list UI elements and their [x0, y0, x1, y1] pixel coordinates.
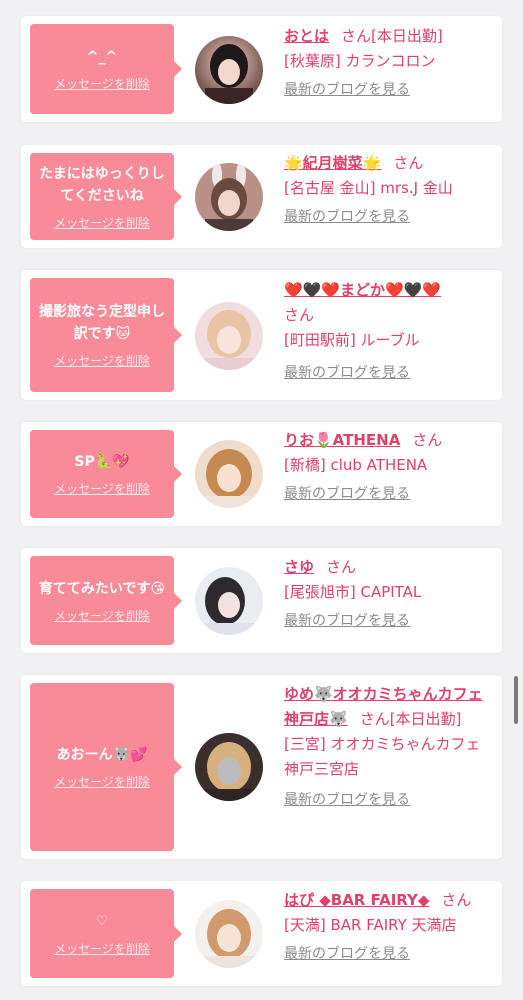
delete-message-button[interactable]: メッセージを削除: [54, 353, 150, 369]
delete-message-button[interactable]: メッセージを削除: [54, 215, 150, 231]
cast-info: はぴ ◆BAR FAIRY◆ さん [天満] BAR FAIRY 天満店 最新のブ…: [284, 888, 494, 964]
message-card: SP🐍💖 メッセージを削除 りお🌷ATHENA さん [新橋] club ATHE…: [21, 422, 502, 526]
message-text: ^_^: [86, 49, 118, 65]
delete-message-button[interactable]: メッセージを削除: [54, 481, 150, 497]
honorific: さん: [341, 27, 372, 45]
shop-text: [名古屋 金山] mrs.J 金山: [284, 179, 453, 197]
message-bubble: たまにはゆっくりしてくださいね メッセージを削除: [30, 153, 182, 240]
message-bubble: あおーん🐺💕 メッセージを削除: [30, 683, 182, 851]
cast-name-link[interactable]: さゆ: [284, 558, 314, 576]
honorific: さん: [441, 891, 472, 909]
name-line: ❤️🖤❤️まどか❤️🖤❤️ さん: [284, 278, 494, 328]
cast-info: 🌟紀月樹菜🌟 さん [名古屋 金山] mrs.J 金山 最新のブログを見る: [284, 151, 494, 227]
message-bubble: SP🐍💖 メッセージを削除: [30, 430, 182, 518]
cast-info: ゆめ🐺オオカミちゃんカフェ神戸店🐺 さん[本日出勤] [三宮] オオカミちゃんカフ…: [284, 682, 494, 810]
status-text: [本日出勤]: [371, 27, 443, 45]
message-list: ^_^ メッセージを削除 おとは さん[本日出勤] [秋葉原] カランコロン 最新…: [0, 0, 523, 1000]
message-card: たまにはゆっくりしてくださいね メッセージを削除 🌟紀月樹菜🌟 さん [名古屋 金…: [21, 145, 502, 248]
message-text: 育ててみたいです😘: [38, 580, 166, 597]
name-line: りお🌷ATHENA さん: [284, 428, 494, 453]
honorific: さん: [359, 710, 390, 728]
shop-text: [天満] BAR FAIRY 天満店: [284, 916, 457, 934]
latest-blog-link[interactable]: 最新のブログを見る: [284, 363, 494, 383]
avatar[interactable]: [195, 36, 263, 104]
shop-text: [三宮] オオカミちゃんカフェ神戸三宮店: [284, 735, 481, 778]
latest-blog-link[interactable]: 最新のブログを見る: [284, 790, 494, 810]
avatar[interactable]: [195, 163, 263, 231]
message-bubble: ^_^ メッセージを削除: [30, 24, 182, 114]
vertical-scrollbar[interactable]: [514, 676, 518, 724]
shop-text: [秋葉原] カランコロン: [284, 52, 436, 70]
delete-message-button[interactable]: メッセージを削除: [54, 76, 150, 92]
cast-name-link[interactable]: はぴ ◆BAR FAIRY◆: [284, 891, 429, 909]
latest-blog-link[interactable]: 最新のブログを見る: [284, 484, 494, 504]
shop-text: [町田駅前] ルーブル: [284, 331, 420, 349]
cast-info: さゆ さん [尾張旭市] CAPITAL 最新のブログを見る: [284, 555, 494, 631]
shop-text: [尾張旭市] CAPITAL: [284, 583, 422, 601]
delete-message-button[interactable]: メッセージを削除: [54, 941, 150, 957]
message-card: 育ててみたいです😘 メッセージを削除 さゆ さん [尾張旭市] CAPITAL 最…: [21, 548, 502, 653]
honorific: さん: [326, 558, 357, 576]
delete-message-button[interactable]: メッセージを削除: [54, 608, 150, 624]
cast-info: おとは さん[本日出勤] [秋葉原] カランコロン 最新のブログを見る: [284, 24, 494, 100]
message-text: SP🐍💖: [74, 454, 130, 470]
latest-blog-link[interactable]: 最新のブログを見る: [284, 207, 494, 227]
message-text: たまにはゆっくりしてくださいね: [39, 165, 165, 204]
honorific: さん: [284, 306, 315, 324]
honorific: さん: [412, 431, 443, 449]
avatar[interactable]: [195, 440, 263, 508]
avatar[interactable]: [195, 733, 263, 801]
status-text: [本日出勤]: [389, 710, 462, 728]
message-card: ^_^ メッセージを削除 おとは さん[本日出勤] [秋葉原] カランコロン 最新…: [21, 16, 502, 122]
name-line: ゆめ🐺オオカミちゃんカフェ神戸店🐺 さん[本日出勤]: [284, 682, 494, 732]
message-bubble: 育ててみたいです😘 メッセージを削除: [30, 556, 182, 645]
message-card: あおーん🐺💕 メッセージを削除 ゆめ🐺オオカミちゃんカフェ神戸店🐺 さん[本日出勤…: [21, 675, 502, 859]
message-card: ♡ メッセージを削除 はぴ ◆BAR FAIRY◆ さん [天満] BAR FAI…: [21, 881, 502, 986]
message-text: 撮影旅なう定型申し訳です🐱: [39, 304, 165, 342]
cast-info: ❤️🖤❤️まどか❤️🖤❤️ さん [町田駅前] ルーブル 最新のブログを見る: [284, 278, 494, 383]
avatar[interactable]: [195, 302, 263, 370]
honorific: さん: [393, 154, 424, 172]
name-line: 🌟紀月樹菜🌟 さん: [284, 151, 494, 176]
cast-name-link[interactable]: ❤️🖤❤️まどか❤️🖤❤️: [284, 281, 441, 299]
message-bubble: ♡ メッセージを削除: [30, 889, 182, 978]
latest-blog-link[interactable]: 最新のブログを見る: [284, 611, 494, 631]
message-bubble: 撮影旅なう定型申し訳です🐱 メッセージを削除: [30, 278, 182, 392]
name-line: さゆ さん: [284, 555, 494, 580]
message-text: あおーん🐺💕: [56, 747, 148, 763]
avatar[interactable]: [195, 567, 263, 635]
cast-info: りお🌷ATHENA さん [新橋] club ATHENA 最新のブログを見る: [284, 428, 494, 504]
latest-blog-link[interactable]: 最新のブログを見る: [284, 944, 494, 964]
name-line: はぴ ◆BAR FAIRY◆ さん: [284, 888, 494, 913]
message-card: 撮影旅なう定型申し訳です🐱 メッセージを削除 ❤️🖤❤️まどか❤️🖤❤️ さん […: [21, 270, 502, 400]
message-text: ♡: [96, 913, 108, 929]
cast-name-link[interactable]: おとは: [284, 27, 329, 45]
shop-text: [新橋] club ATHENA: [284, 456, 428, 474]
cast-name-link[interactable]: 🌟紀月樹菜🌟: [284, 154, 381, 172]
cast-name-link[interactable]: りお🌷ATHENA: [284, 431, 400, 449]
delete-message-button[interactable]: メッセージを削除: [54, 774, 150, 790]
latest-blog-link[interactable]: 最新のブログを見る: [284, 80, 494, 100]
avatar[interactable]: [195, 900, 263, 968]
name-line: おとは さん[本日出勤]: [284, 24, 494, 49]
